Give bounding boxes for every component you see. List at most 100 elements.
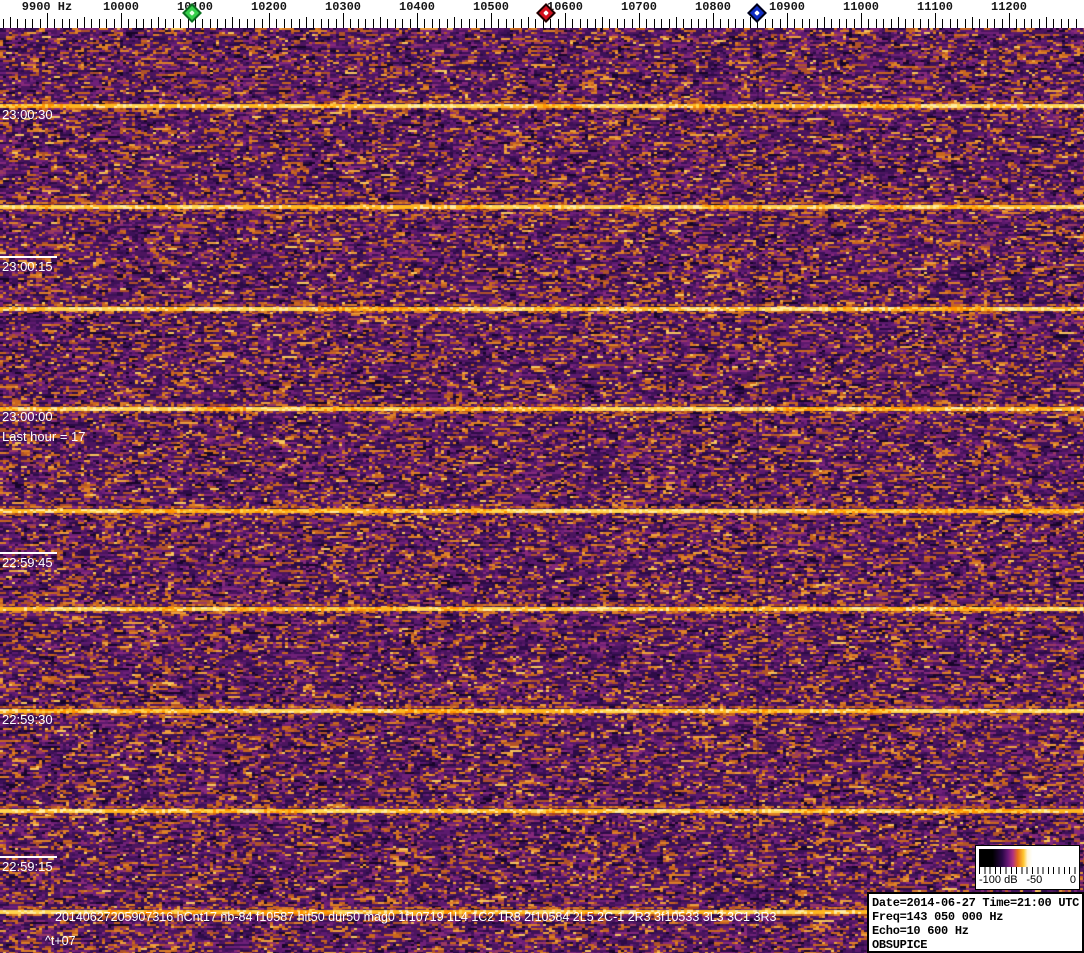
db-label-mid: -50 — [1026, 874, 1042, 886]
axis-tick — [839, 19, 840, 28]
axis-tick — [62, 19, 63, 28]
axis-tick — [454, 17, 455, 28]
axis-tick — [1024, 19, 1025, 28]
axis-tick — [617, 19, 618, 28]
axis-tick-label: 10900 — [769, 0, 805, 14]
axis-tick — [1076, 19, 1077, 28]
axis-tick — [247, 19, 248, 28]
waterfall-canvas[interactable] — [0, 28, 1084, 953]
axis-tick — [424, 19, 425, 28]
axis-tick — [173, 19, 174, 28]
axis-tick — [350, 19, 351, 28]
axis-tick — [262, 19, 263, 28]
axis-tick — [1009, 13, 1010, 28]
db-scale-labels: -100 dB -50 0 — [979, 874, 1076, 888]
axis-tick — [632, 19, 633, 28]
axis-tick — [728, 19, 729, 28]
axis-tick — [269, 13, 270, 28]
axis-tick-label: 10500 — [473, 0, 509, 14]
axis-tick — [595, 19, 596, 28]
axis-tick — [461, 19, 462, 28]
db-scale-legend: -100 dB -50 0 — [975, 845, 1080, 890]
axis-tick — [321, 19, 322, 28]
axis-tick — [861, 13, 862, 28]
axis-tick — [743, 19, 744, 28]
axis-tick — [239, 19, 240, 28]
time-label: 22:59:30 — [2, 712, 53, 727]
axis-tick-label: 10400 — [399, 0, 435, 14]
info-line-date: Date=2014-06-27 Time=21:00 UTC — [872, 896, 1079, 910]
axis-tick — [25, 19, 26, 28]
axis-tick — [802, 19, 803, 28]
axis-tick — [972, 17, 973, 28]
axis-tick — [750, 17, 751, 28]
axis-tick — [365, 19, 366, 28]
axis-tick — [69, 19, 70, 28]
axis-tick-label: 10700 — [621, 0, 657, 14]
time-label: 23:00:15 — [2, 259, 53, 274]
axis-tick — [928, 19, 929, 28]
axis-tick — [994, 19, 995, 28]
time-label: 23:00:30 — [2, 107, 53, 122]
time-label: 23:00:00 — [2, 409, 53, 424]
axis-tick — [151, 19, 152, 28]
axis-tick — [817, 19, 818, 28]
axis-tick — [920, 19, 921, 28]
axis-tick — [905, 19, 906, 28]
axis-tick — [713, 13, 714, 28]
axis-tick — [410, 19, 411, 28]
axis-tick — [587, 19, 588, 28]
axis-tick — [32, 19, 33, 28]
axis-tick — [217, 19, 218, 28]
db-label-max: 0 — [1070, 874, 1076, 886]
axis-tick — [106, 19, 107, 28]
axis-tick — [121, 13, 122, 28]
axis-tick — [528, 17, 529, 28]
axis-tick — [54, 19, 55, 28]
axis-tick — [373, 19, 374, 28]
axis-tick — [343, 13, 344, 28]
axis-tick — [1061, 19, 1062, 28]
axis-tick — [484, 19, 485, 28]
marker-center-dot — [754, 10, 760, 16]
axis-tick — [432, 19, 433, 28]
axis-tick — [210, 19, 211, 28]
axis-tick — [1016, 19, 1017, 28]
frequency-axis[interactable]: 9900 Hz100001010010200103001040010500106… — [0, 0, 1084, 28]
axis-tick — [558, 19, 559, 28]
db-gradient-bar — [979, 849, 1076, 867]
axis-tick — [3, 19, 4, 28]
axis-tick — [639, 13, 640, 28]
axis-tick — [772, 19, 773, 28]
axis-tick — [91, 19, 92, 28]
axis-tick — [47, 13, 48, 28]
axis-tick — [469, 19, 470, 28]
axis-tick — [831, 19, 832, 28]
axis-tick — [1002, 19, 1003, 28]
time-label: Last hour = 17 — [2, 429, 85, 444]
axis-tick — [580, 19, 581, 28]
axis-tick — [380, 17, 381, 28]
axis-tick — [387, 19, 388, 28]
axis-tick — [535, 19, 536, 28]
axis-tick-label: 10800 — [695, 0, 731, 14]
axis-tick — [84, 17, 85, 28]
axis-tick — [854, 19, 855, 28]
time-label: 22:59:15 — [2, 859, 53, 874]
marker-center-dot — [543, 10, 549, 16]
axis-tick — [306, 17, 307, 28]
axis-tick — [1053, 19, 1054, 28]
axis-tick-label: 10200 — [251, 0, 287, 14]
axis-tick — [417, 13, 418, 28]
axis-tick — [498, 19, 499, 28]
axis-tick — [706, 19, 707, 28]
axis-tick-label: 9900 Hz — [22, 0, 72, 14]
axis-tick — [565, 13, 566, 28]
axis-tick — [1039, 19, 1040, 28]
axis-tick — [77, 19, 78, 28]
axis-tick — [935, 13, 936, 28]
info-line-echo: Echo=10 600 Hz — [872, 924, 1079, 938]
axis-tick — [691, 19, 692, 28]
axis-tick-label: 11100 — [917, 0, 953, 14]
time-tick — [0, 256, 57, 258]
